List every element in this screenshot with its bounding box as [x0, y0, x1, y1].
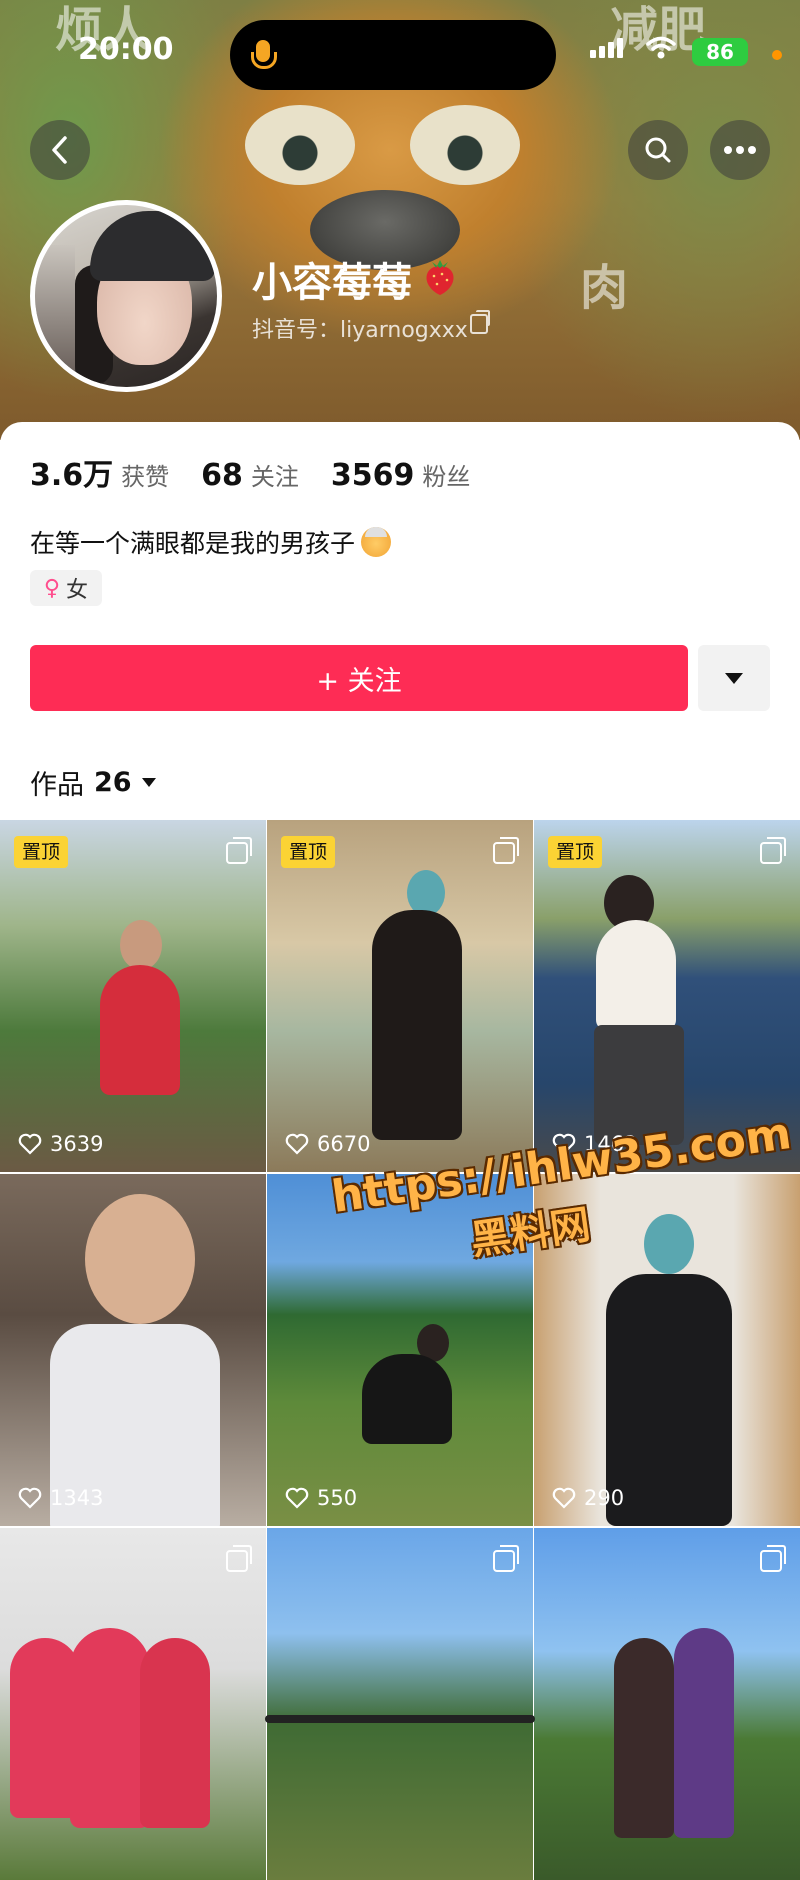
chevron-left-icon	[52, 136, 67, 164]
video-tile[interactable]	[267, 1528, 533, 1880]
likes-count-text: 290	[584, 1486, 625, 1510]
likes-count-text: 3639	[50, 1132, 104, 1156]
recommend-dropdown-button[interactable]	[698, 645, 770, 711]
multi-image-icon	[226, 837, 252, 864]
dynamic-island	[230, 20, 556, 90]
avatar-background	[35, 245, 75, 387]
pinned-badge: 置顶	[14, 836, 69, 868]
more-dots-icon	[724, 146, 756, 154]
works-tab[interactable]: 作品 26	[30, 763, 156, 802]
person-figure	[362, 1354, 452, 1444]
person-figure	[120, 920, 162, 970]
person-figure	[100, 965, 180, 1095]
bio: 在等一个满眼都是我的男孩子	[30, 524, 392, 560]
person-figure	[614, 1638, 674, 1838]
strawberry-icon	[426, 260, 454, 295]
back-button[interactable]	[30, 120, 90, 180]
multi-image-icon	[493, 1545, 519, 1572]
video-tile[interactable]: 置顶 6670	[267, 820, 533, 1172]
multi-image-icon	[760, 837, 786, 864]
person-figure	[606, 1274, 732, 1526]
video-likes: 550	[285, 1486, 357, 1510]
privacy-indicator-dot	[772, 50, 782, 60]
likes-count-text: 550	[317, 1486, 358, 1510]
douyin-id: 抖音号：liyarnogxxx	[252, 318, 468, 343]
works-label: 作品	[30, 770, 84, 801]
multi-image-icon	[493, 837, 519, 864]
following-label: 关注	[250, 463, 299, 491]
likes-label: 获赞	[121, 463, 170, 491]
video-tile[interactable]	[534, 1528, 800, 1880]
heart-icon	[552, 1487, 576, 1509]
battery-indicator: 86	[692, 38, 748, 66]
likes-count[interactable]: 3.6万	[30, 450, 113, 494]
heart-icon	[18, 1133, 42, 1155]
following-count[interactable]: 68	[201, 458, 243, 493]
heart-icon	[285, 1133, 309, 1155]
status-time: 20:00	[78, 32, 174, 67]
pinned-badge: 置顶	[548, 836, 603, 868]
person-figure	[596, 920, 676, 1030]
person-figure	[70, 1628, 150, 1828]
video-likes: 6670	[285, 1132, 370, 1156]
microphone-icon	[251, 40, 277, 69]
followers-label: 粉丝	[422, 463, 471, 491]
caret-down-icon	[141, 778, 156, 787]
heart-icon	[18, 1487, 42, 1509]
likes-count-text: 6670	[317, 1132, 371, 1156]
copy-icon[interactable]	[470, 310, 490, 334]
video-likes: 3639	[18, 1132, 103, 1156]
gender-tag: ♀ 女	[30, 570, 102, 606]
video-tile[interactable]	[0, 1528, 266, 1880]
video-tile[interactable]: 1343	[0, 1174, 266, 1526]
multi-image-icon	[226, 1545, 252, 1572]
bio-text: 在等一个满眼都是我的男孩子	[30, 529, 356, 558]
more-options-button[interactable]	[710, 120, 770, 180]
works-count: 26	[94, 767, 132, 798]
followers-count[interactable]: 3569	[331, 458, 415, 493]
pinned-badge: 置顶	[281, 836, 336, 868]
multi-image-icon	[760, 1545, 786, 1572]
female-icon: ♀	[43, 575, 61, 601]
search-icon	[645, 137, 671, 163]
follow-button[interactable]: + 关注	[30, 645, 688, 711]
likes-count-text: 1343	[50, 1486, 104, 1510]
wifi-icon	[646, 36, 676, 59]
person-figure	[372, 910, 462, 1140]
person-figure	[140, 1638, 210, 1828]
caret-down-icon	[725, 672, 743, 684]
video-likes: 1343	[18, 1486, 103, 1510]
gender-label: 女	[66, 578, 89, 603]
home-indicator[interactable]	[265, 1715, 535, 1723]
profile-stats: 3.6万 获赞 68 关注 3569 粉丝	[30, 450, 502, 494]
signal-icon	[590, 38, 623, 58]
bear-eye	[410, 105, 520, 185]
heart-icon	[285, 1487, 309, 1509]
person-figure	[644, 1214, 694, 1274]
nickname: 小容莓莓	[252, 260, 412, 306]
search-button[interactable]	[628, 120, 688, 180]
grandpa-face-icon	[361, 527, 392, 557]
person-figure	[85, 1194, 195, 1324]
cover-decor-text: 肉	[580, 260, 629, 316]
video-likes: 290	[552, 1486, 624, 1510]
person-figure	[674, 1628, 734, 1838]
avatar[interactable]	[30, 200, 222, 392]
video-tile[interactable]: 置顶 3639	[0, 820, 266, 1172]
bear-eye	[245, 105, 355, 185]
